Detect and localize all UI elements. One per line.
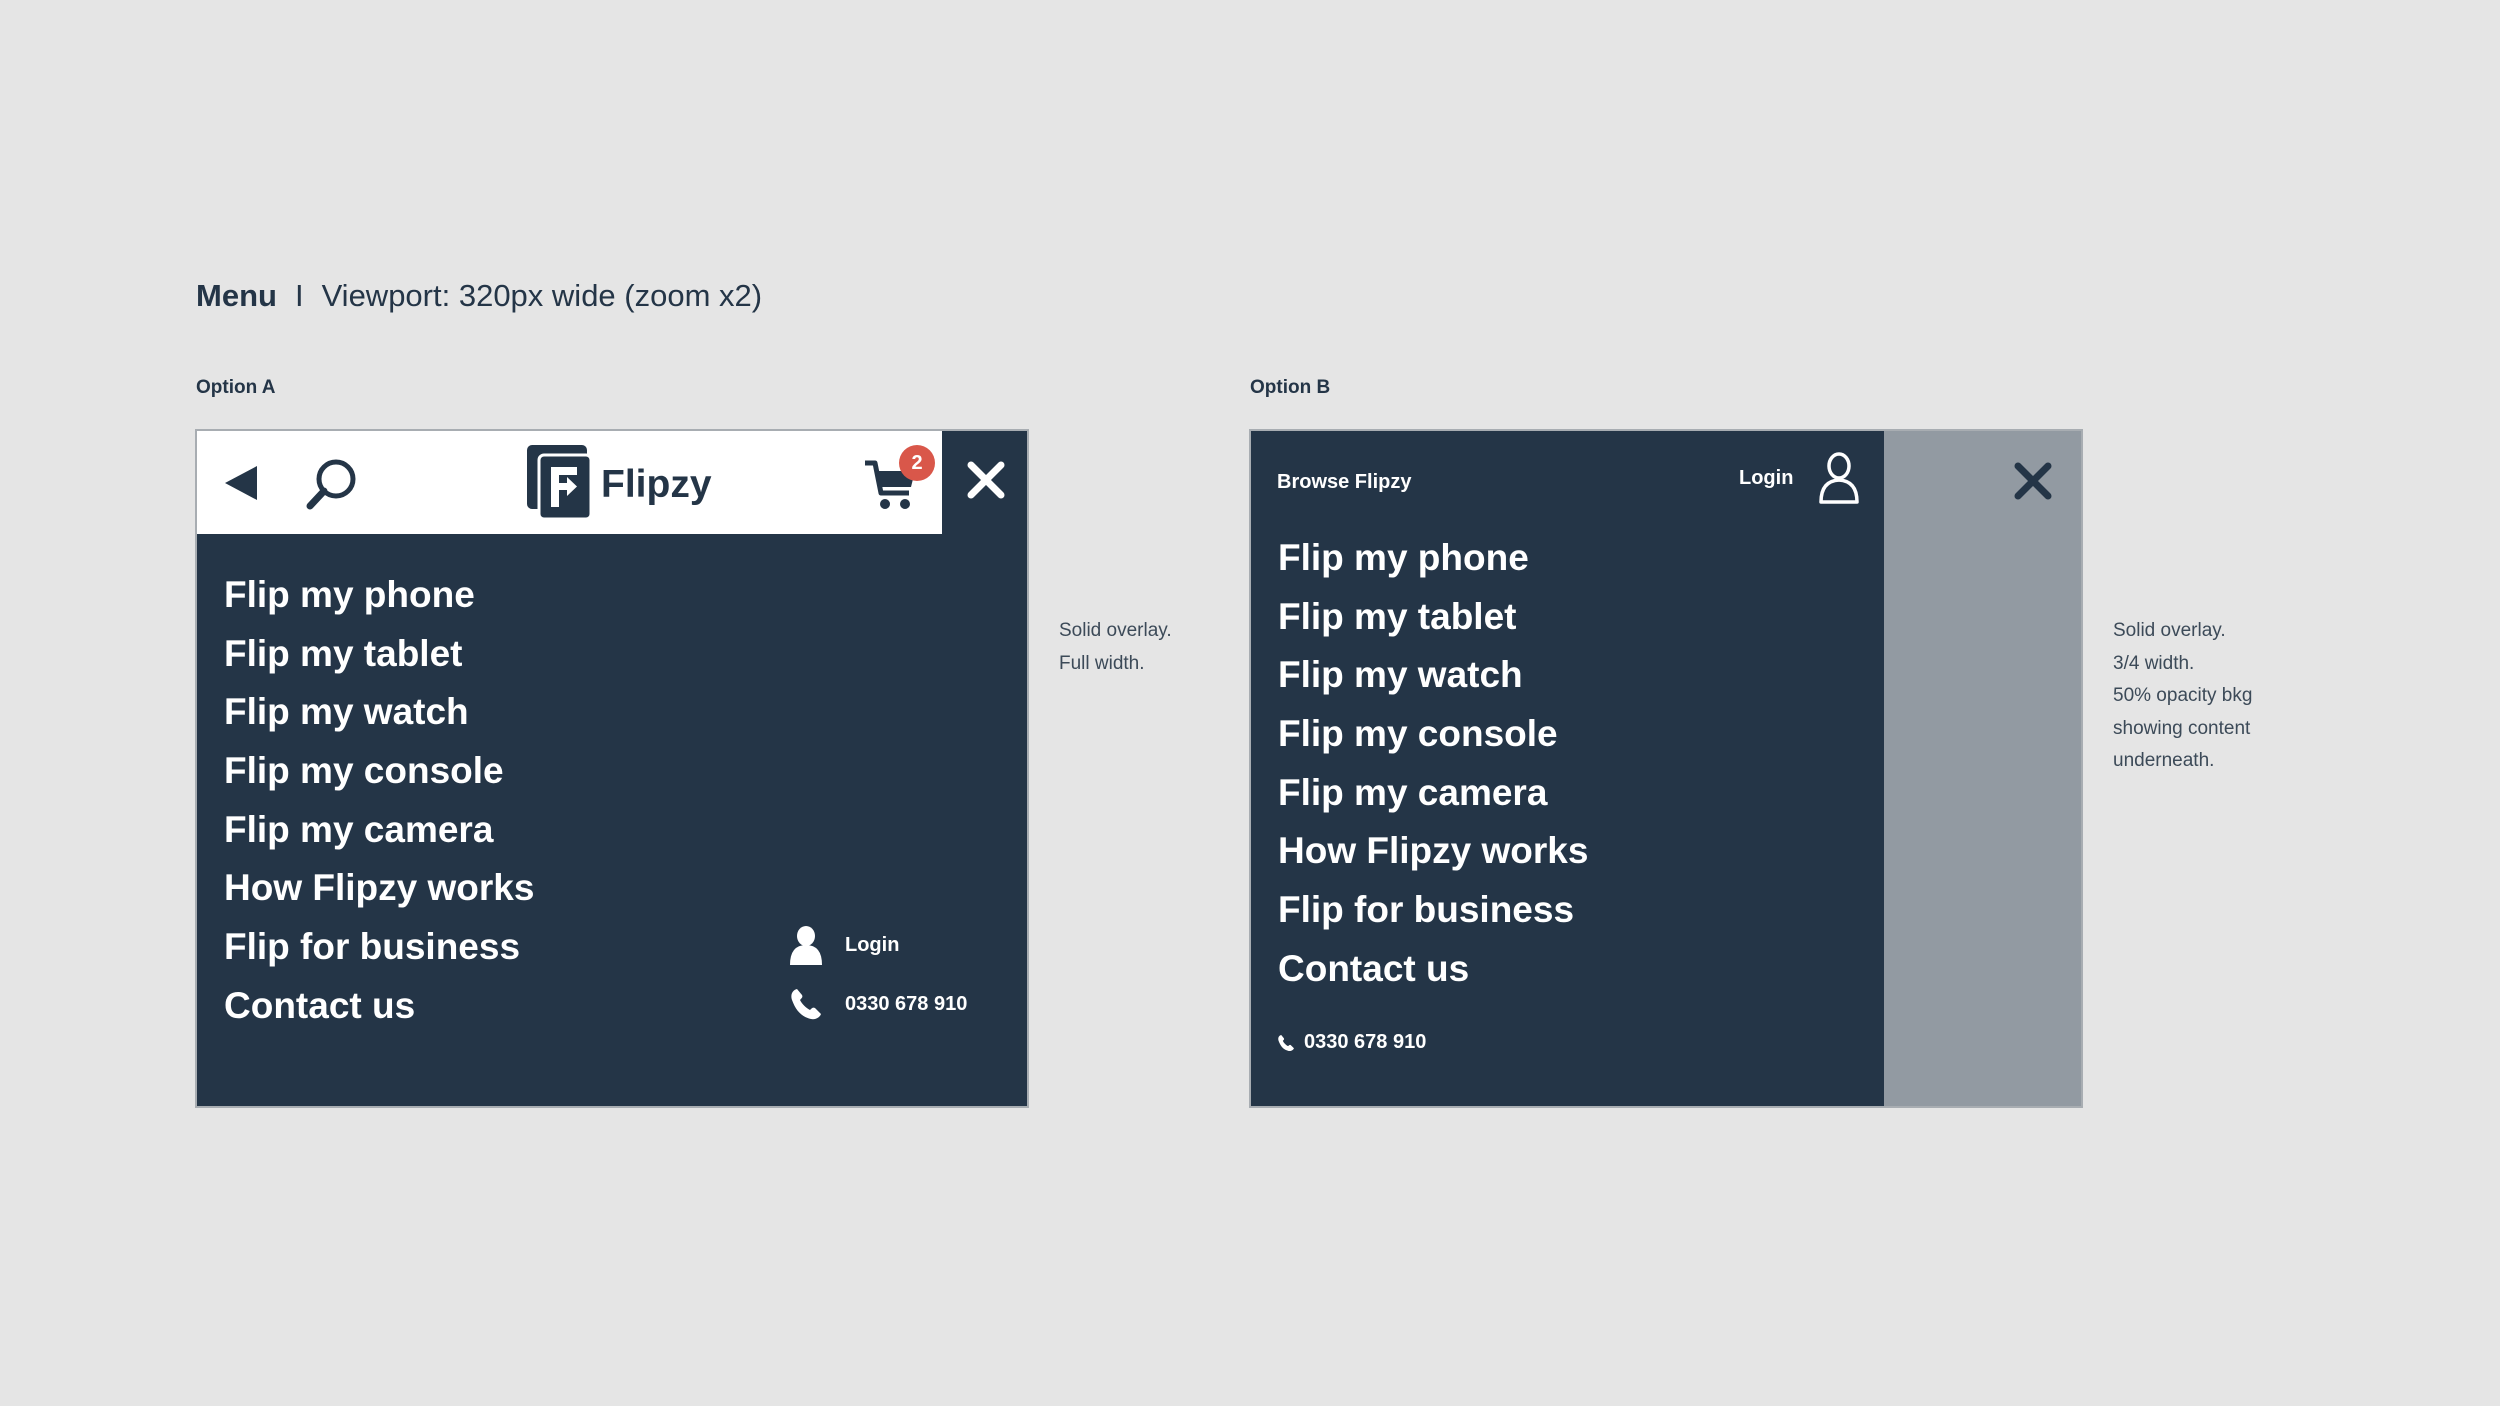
menu-item-console[interactable]: Flip my console xyxy=(224,742,534,801)
menu-item-camera[interactable]: Flip my camera xyxy=(1278,764,1588,823)
option-a-label: Option A xyxy=(196,377,276,398)
phone-icon xyxy=(789,987,823,1021)
option-a-menu-list: Flip my phone Flip my tablet Flip my wat… xyxy=(224,566,534,1036)
option-a-note: Solid overlay. Full width. xyxy=(1059,615,1172,680)
user-icon xyxy=(1818,451,1860,505)
cart-count-badge: 2 xyxy=(899,445,935,481)
note-line: 3/4 width. xyxy=(2113,652,2195,674)
heading-title: Menu xyxy=(196,278,277,313)
logo-text: Flipzy xyxy=(601,462,712,506)
user-icon xyxy=(789,925,823,965)
menu-item-watch[interactable]: Flip my watch xyxy=(224,683,534,742)
login-link[interactable]: Login xyxy=(789,925,899,965)
login-label: Login xyxy=(845,933,900,956)
login-label: Login xyxy=(1739,466,1794,489)
page-heading: Menu I Viewport: 320px wide (zoom x2) xyxy=(196,278,762,314)
phone-link[interactable]: 0330 678 910 xyxy=(1277,1031,1426,1054)
close-icon xyxy=(967,461,1005,504)
note-line: Solid overlay. xyxy=(2113,620,2226,641)
phone-link[interactable]: 0330 678 910 xyxy=(789,987,967,1021)
option-a-frame: Flipzy 2 Flip my phone Flip my tablet Fl… xyxy=(195,429,1029,1108)
flipzy-logo-icon xyxy=(525,443,593,526)
option-b-menu-panel: Browse Flipzy Login Flip my phone Flip m… xyxy=(1251,431,1884,1106)
browse-label: Browse Flipzy xyxy=(1277,471,1412,493)
menu-item-phone[interactable]: Flip my phone xyxy=(1278,529,1588,588)
note-line: Solid overlay. xyxy=(1059,620,1172,641)
menu-item-business[interactable]: Flip for business xyxy=(224,918,534,977)
note-line: showing content xyxy=(2113,717,2251,739)
phone-number: 0330 678 910 xyxy=(1304,1031,1427,1053)
option-a-header: Flipzy 2 xyxy=(197,431,942,534)
menu-item-camera[interactable]: Flip my camera xyxy=(224,801,534,860)
option-b-note: Solid overlay. 3/4 width. 50% opacity bk… xyxy=(2113,615,2252,778)
heading-subtitle: Viewport: 320px wide (zoom x2) xyxy=(321,278,763,313)
menu-item-how-it-works[interactable]: How Flipzy works xyxy=(1278,822,1588,881)
menu-item-contact[interactable]: Contact us xyxy=(224,977,534,1036)
search-icon[interactable] xyxy=(305,457,359,516)
menu-item-watch[interactable]: Flip my watch xyxy=(1278,646,1588,705)
menu-item-tablet[interactable]: Flip my tablet xyxy=(1278,588,1588,647)
phone-number: 0330 678 910 xyxy=(845,992,968,1015)
menu-item-business[interactable]: Flip for business xyxy=(1278,881,1588,940)
note-line: underneath. xyxy=(2113,750,2215,771)
close-button[interactable] xyxy=(942,431,1027,534)
option-b-menu-list: Flip my phone Flip my tablet Flip my wat… xyxy=(1278,529,1588,999)
phone-icon xyxy=(1277,1034,1295,1052)
login-link[interactable]: Login xyxy=(1739,451,1860,505)
note-line: 50% opacity bkg xyxy=(2113,685,2253,706)
menu-item-how-it-works[interactable]: How Flipzy works xyxy=(224,859,534,918)
menu-item-phone[interactable]: Flip my phone xyxy=(224,566,534,625)
option-b-label: Option B xyxy=(1250,377,1331,398)
option-b-frame: Browse Flipzy Login Flip my phone Flip m… xyxy=(1249,429,2083,1108)
menu-item-tablet[interactable]: Flip my tablet xyxy=(224,625,534,684)
menu-item-contact[interactable]: Contact us xyxy=(1278,940,1588,999)
menu-item-console[interactable]: Flip my console xyxy=(1278,705,1588,764)
back-arrow-icon[interactable] xyxy=(223,464,259,507)
flipzy-logo[interactable]: Flipzy xyxy=(525,443,712,526)
note-line: Full width. xyxy=(1059,652,1145,674)
close-icon[interactable] xyxy=(2014,462,2052,505)
heading-separator: I xyxy=(294,278,304,313)
